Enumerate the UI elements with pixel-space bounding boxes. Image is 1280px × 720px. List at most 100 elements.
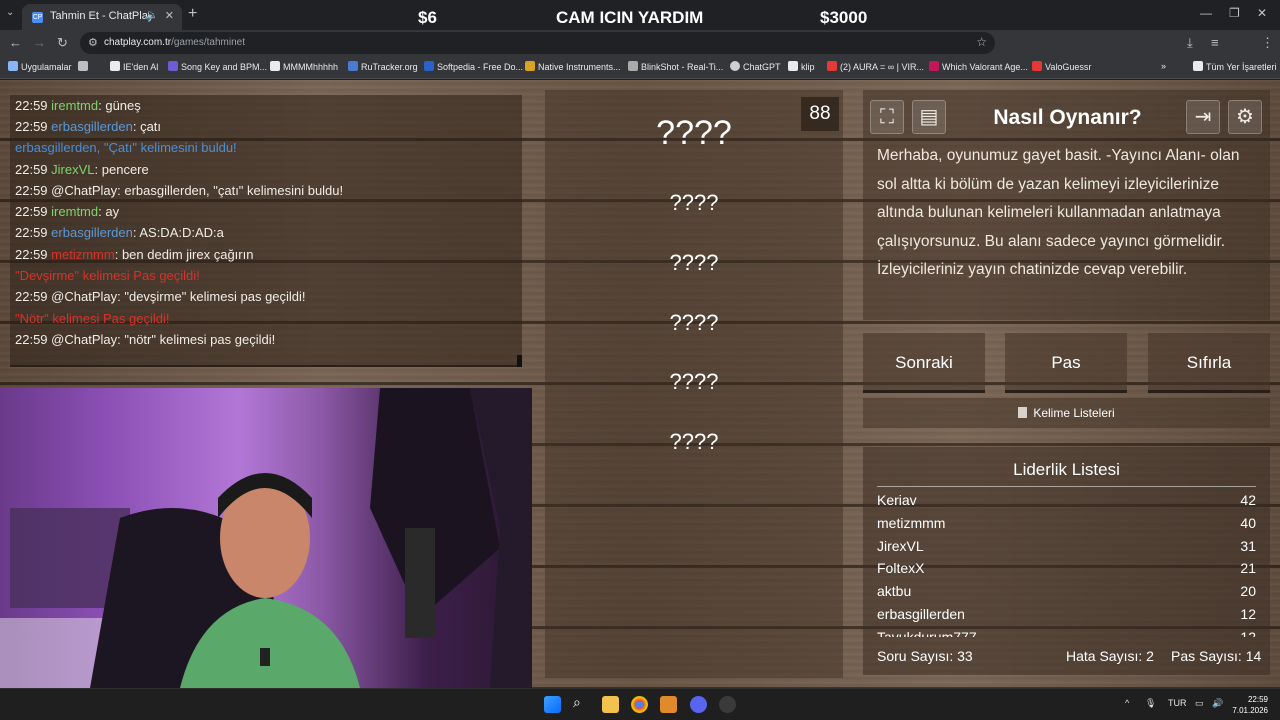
chat-timestamp: 22:59: [15, 162, 48, 177]
overlay-center-text: CAM ICIN YARDIM: [556, 8, 704, 27]
chat-message: 22:59 JirexVL: pencere: [15, 162, 149, 177]
chat-text: : pencere: [94, 162, 149, 177]
nav-bar: ← → ↻ ⚙ chatplay.com.tr/games/tahminet ☆…: [0, 30, 1280, 78]
back-icon[interactable]: ←: [9, 35, 22, 50]
forward-icon[interactable]: →: [33, 35, 46, 50]
chat-message: 22:59 metizmmm: ben dedim jirex çağırın: [15, 247, 253, 262]
site-info-icon[interactable]: ⚙: [88, 36, 98, 49]
bookmark-item[interactable]: MMMMhhhhh: [270, 61, 338, 72]
menu-icon[interactable]: ⋮: [1261, 35, 1274, 51]
discord-icon[interactable]: [690, 696, 707, 713]
error-count: Hata Sayısı: 2: [1066, 648, 1154, 664]
leaderboard-list[interactable]: Keriav 42 metizmmm 40 JirexVL 31 FoltexX 21 …: [877, 488, 1256, 637]
chat-timestamp: 22:59: [15, 183, 48, 198]
bookmark-item[interactable]: Which Valorant Age...: [929, 61, 1028, 72]
fullscreen-icon[interactable]: ⛶: [870, 100, 904, 134]
webcam-image: [0, 388, 532, 688]
bookmark-item[interactable]: Song Key and BPM...: [168, 61, 267, 72]
chat-text: : çatı: [132, 119, 162, 134]
overlay-right-amount: $3000: [820, 8, 868, 27]
app-icon[interactable]: [660, 696, 677, 713]
word-lists-button[interactable]: Kelime Listeleri: [863, 398, 1270, 428]
chat-message: 22:59 @ChatPlay: "devşirme" kelimesi pas…: [15, 289, 306, 304]
chat-message: "Devşirme" kelimesi Pas geçildi!: [15, 268, 200, 283]
webcam-feed: [0, 388, 532, 688]
bookmark-item[interactable]: Native Instruments...: [525, 61, 621, 72]
chat-message: 22:59 iremtmd: güneş: [15, 98, 141, 113]
leaderboard-row: Tavukdurum777 12: [877, 629, 1256, 637]
logout-icon[interactable]: ⇥: [1186, 100, 1220, 134]
media-icon[interactable]: ≡: [1211, 35, 1219, 50]
monitor-icon[interactable]: ▭: [1195, 698, 1204, 709]
bookmark-item[interactable]: ValoGuessr: [1032, 61, 1091, 72]
settings-gear-icon[interactable]: ⚙: [1228, 100, 1262, 134]
bookmark-apps[interactable]: Uygulamalar: [8, 61, 72, 72]
taskbar: ⌕ ^ 🎙 TUR ▭ 🔊 22:59 7.01.2026: [0, 688, 1280, 720]
question-count: Soru Sayısı: 33: [877, 648, 973, 664]
downloads-icon[interactable]: ⤓: [1187, 35, 1193, 51]
tray-expand-icon[interactable]: ^: [1125, 698, 1129, 708]
overlay-left-amount: $6: [418, 8, 437, 27]
pass-count: Pas Sayısı: 14: [1171, 648, 1262, 664]
close-tab-icon[interactable]: ✕: [165, 9, 174, 22]
leaderboard-row: erbasgillerden 12: [877, 606, 1256, 622]
more-bookmarks-icon[interactable]: »: [1161, 61, 1166, 71]
file-explorer-icon[interactable]: [602, 696, 619, 713]
chat-username: @ChatPlay: [51, 332, 118, 347]
document-icon: [1018, 407, 1028, 418]
forbidden-word: ????: [669, 190, 719, 215]
grid-icon[interactable]: [78, 61, 91, 72]
bookmark-star-icon[interactable]: ☆: [976, 35, 987, 49]
chat-scrollbar[interactable]: [517, 355, 522, 367]
input-language[interactable]: TUR: [1168, 698, 1187, 708]
bookmark-folder[interactable]: IE'den Al: [110, 61, 158, 72]
next-button[interactable]: Sonraki: [863, 333, 985, 393]
chat-message: 22:59 @ChatPlay: "nötr" kelimesi pas geç…: [15, 332, 275, 347]
leaderboard-row: FoltexX 21: [877, 560, 1256, 576]
tab-search-icon[interactable]: ⌄: [6, 7, 14, 18]
speaker-icon[interactable]: 🔈: [146, 10, 158, 21]
bookmark-item[interactable]: BlinkShot - Real-Ti...: [628, 61, 723, 72]
minimize-icon[interactable]: —: [1200, 6, 1212, 20]
maximize-icon[interactable]: ❐: [1229, 6, 1240, 20]
new-tab-icon[interactable]: +: [188, 5, 197, 23]
browser-tab[interactable]: CP Tahmin Et - ChatPlay 🔈 ✕: [22, 4, 182, 30]
reload-icon[interactable]: ↻: [57, 35, 68, 51]
chat-message: "Nötr" kelimesi Pas geçildi!: [15, 311, 169, 326]
chat-username: "Devşirme" kelimesi Pas geçildi!: [15, 268, 200, 283]
reset-button[interactable]: Sıfırla: [1148, 333, 1270, 393]
volume-icon[interactable]: 🔊: [1212, 698, 1223, 709]
chat-text: : AS:DA:D:AD:a: [132, 225, 224, 240]
chat-text: : erbasgillerden, "çatı" kelimesini buld…: [117, 183, 344, 198]
bookmark-item[interactable]: RuTracker.org: [348, 61, 418, 72]
chat-message: 22:59 iremtmd: ay: [15, 204, 119, 219]
pass-button[interactable]: Pas: [1005, 333, 1127, 393]
chat-timestamp: 22:59: [15, 247, 48, 262]
chat-timestamp: 22:59: [15, 225, 48, 240]
search-icon[interactable]: ⌕: [573, 694, 590, 711]
all-bookmarks[interactable]: Tüm Yer İşaretleri: [1193, 61, 1277, 72]
tab-title: Tahmin Et - ChatPlay: [50, 10, 154, 22]
leaderboard-row: Keriav 42: [877, 492, 1256, 508]
microphone-icon[interactable]: 🎙: [1145, 698, 1156, 709]
address-bar[interactable]: ⚙ chatplay.com.tr/games/tahminet ☆: [80, 32, 995, 54]
app-icon[interactable]: [719, 696, 736, 713]
word-lists-label: Kelime Listeleri: [1033, 406, 1115, 420]
bookmark-item[interactable]: Softpedia - Free Do...: [424, 61, 523, 72]
chat-text: : "nötr" kelimesi pas geçildi!: [117, 332, 276, 347]
windows-start-icon[interactable]: [544, 696, 561, 713]
chat-username: erbasgillerden: [51, 119, 133, 134]
notes-icon[interactable]: ▤: [912, 100, 946, 134]
close-window-icon[interactable]: ✕: [1257, 6, 1267, 20]
system-clock[interactable]: 22:59 7.01.2026: [1232, 694, 1268, 716]
url-text[interactable]: chatplay.com.tr/games/tahminet: [104, 37, 245, 48]
chat-username: metizmmm: [51, 247, 115, 262]
bookmark-item[interactable]: (2) AURA = ∞ | VIR...: [827, 61, 924, 72]
chat-message: 22:59 erbasgillerden: AS:DA:D:AD:a: [15, 225, 224, 240]
bookmark-item[interactable]: ChatGPT: [730, 61, 781, 72]
chat-text: : güneş: [98, 98, 141, 113]
forbidden-word: ????: [669, 310, 719, 335]
chrome-icon[interactable]: [631, 696, 648, 713]
chat-username: erbasgillerden: [51, 225, 133, 240]
bookmark-folder[interactable]: klip: [788, 61, 815, 72]
